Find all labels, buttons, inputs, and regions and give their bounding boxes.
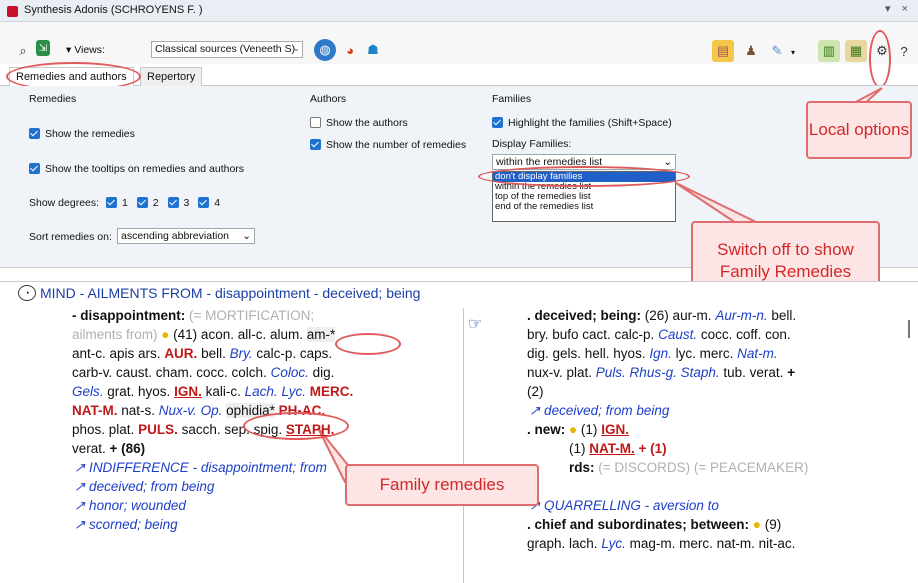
xref-link[interactable]: ↗ QUARRELLING - aversion to: [527, 496, 808, 515]
xref-link[interactable]: ↗ scorned; being: [72, 515, 353, 534]
family-remedies-callout: Family remedies: [345, 464, 539, 506]
highlight-ellipse: [335, 333, 401, 355]
xref-link[interactable]: ↗ INDIFFERENCE - disappointment; from: [72, 458, 353, 477]
local-options-callout: Local options: [806, 101, 912, 159]
highlight-ellipse: [243, 412, 349, 440]
xref-link[interactable]: ↗ honor; wounded: [72, 496, 353, 515]
xref-link[interactable]: ↗ deceived; from being: [72, 477, 353, 496]
xref-link[interactable]: ↗ deceived; from being: [527, 401, 808, 420]
column-divider: [463, 308, 464, 583]
family-remedy-am[interactable]: am-*: [306, 327, 336, 342]
rubric-title: MIND - AILMENTS FROM - disappointment - …: [40, 285, 421, 301]
hand-pointer-icon[interactable]: ☞: [468, 314, 482, 334]
right-column: . deceived; being: (26) aur-m. Aur-m-n. …: [527, 308, 809, 551]
head-icon: ◔: [18, 285, 36, 301]
scrollbar-thumb[interactable]: [908, 320, 910, 338]
